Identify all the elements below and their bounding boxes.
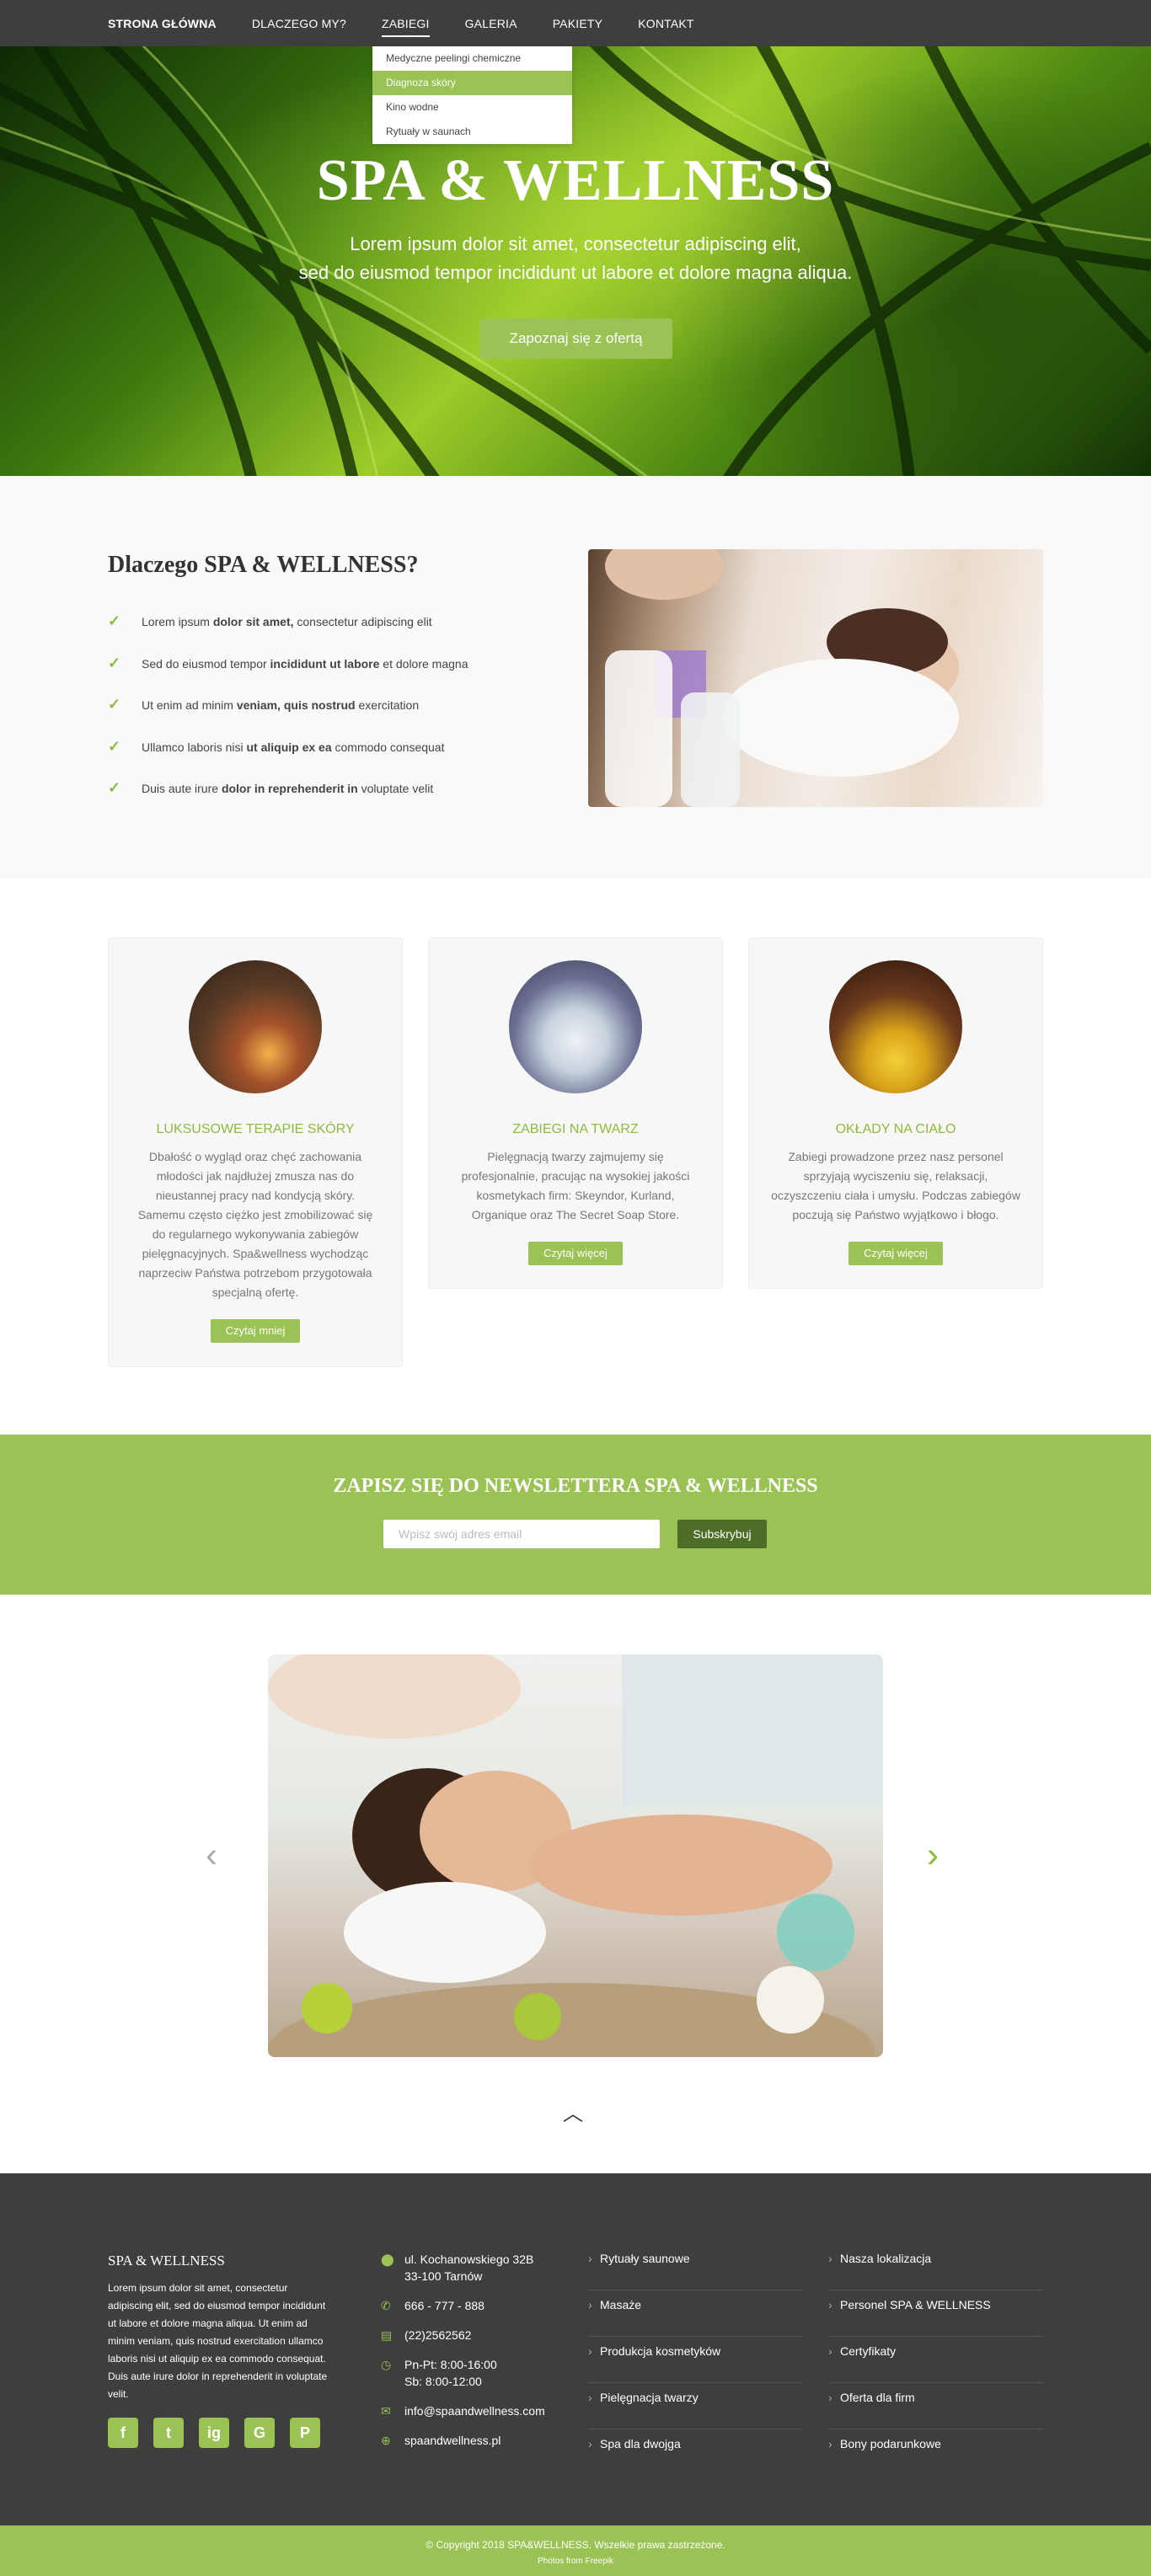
phone-icon: ✆ bbox=[381, 2299, 391, 2312]
dropdown-item[interactable]: Rytuały w saunach bbox=[372, 120, 572, 144]
check-icon: ✓ bbox=[108, 696, 121, 713]
skin-therapy-image bbox=[189, 960, 322, 1093]
service-title: ZABIEGI NA TWARZ bbox=[512, 1122, 639, 1136]
nav-item-gallery[interactable]: GALERIA bbox=[465, 17, 517, 30]
clock-icon: ◷ bbox=[381, 2358, 392, 2371]
check-icon: ✓ bbox=[108, 737, 121, 755]
nav-item-why-us[interactable]: DLACZEGO MY? bbox=[252, 17, 346, 30]
palm-leaves-image bbox=[0, 46, 1151, 476]
footer-contact: ⬤ ul. Kochanowskiego 32B 33-100 Tarnów ✆ 66… bbox=[381, 2251, 545, 2461]
nav-item-packages[interactable]: PAKIETY bbox=[553, 17, 603, 30]
read-more-button[interactable]: Czytaj więcej bbox=[528, 1242, 623, 1265]
copyright-text: © Copyright 2018 SPA&WELLNESS. Wszelkie … bbox=[426, 2539, 725, 2551]
dropdown-item-selected[interactable]: Diagnoza skóry bbox=[372, 71, 572, 95]
service-description: Zabiegi prowadzone przez nasz personel s… bbox=[771, 1150, 1020, 1221]
footer-brand: SPA & WELLNESS bbox=[108, 2253, 225, 2269]
map-pin-icon: ⬤ bbox=[381, 2253, 394, 2266]
hero-subtitle-line1: Lorem ipsum dolor sit amet, consectetur … bbox=[350, 233, 801, 254]
check-icon: ✓ bbox=[108, 779, 121, 796]
footer-links-services: Rytuały saunowe Masaże Produkcja kosmety… bbox=[588, 2244, 803, 2476]
why-us-title: Dlaczego SPA & WELLNESS? bbox=[108, 552, 419, 578]
slider-prev-arrow[interactable]: ‹ bbox=[206, 1835, 217, 1875]
read-more-button[interactable]: Czytaj więcej bbox=[849, 1242, 943, 1265]
nav-menu: STRONA GŁÓWNA DLACZEGO MY? ZABIEGI GALER… bbox=[108, 0, 730, 46]
fax-number: (22)2562562 bbox=[404, 2328, 472, 2342]
gallery-slide-image bbox=[268, 1654, 883, 2057]
why-us-item: ✓ Lorem ipsum dolor sit amet, consectetur… bbox=[108, 612, 432, 629]
address-line1: ul. Kochanowskiego 32B bbox=[404, 2253, 534, 2266]
offer-button[interactable]: Zapoznaj się z ofertą bbox=[479, 318, 672, 359]
hours-weekdays: Pn-Pt: 8:00-16:00 bbox=[404, 2358, 497, 2371]
footer-link[interactable]: Certyfikaty bbox=[828, 2337, 1043, 2383]
why-us-item: ✓ Sed do eiusmod tempor incididunt ut lab… bbox=[108, 654, 468, 671]
pinterest-icon[interactable]: P bbox=[290, 2418, 320, 2448]
service-card-skin: LUKSUSOWE TERAPIE SKÓRY Dbałość o wygląd… bbox=[108, 938, 403, 1367]
subscribe-button[interactable]: Subskrybuj bbox=[677, 1520, 767, 1548]
footer-links-info: Nasza lokalizacja Personel SPA & WELLNES… bbox=[828, 2244, 1043, 2476]
globe-icon: ⊕ bbox=[381, 2434, 391, 2447]
footer-link[interactable]: Spa dla dwojga bbox=[588, 2429, 803, 2476]
footer: SPA & WELLNESS Lorem ipsum dolor sit ame… bbox=[0, 2173, 1151, 2525]
read-less-button[interactable]: Czytaj mniej bbox=[210, 1319, 301, 1343]
service-title: LUKSUSOWE TERAPIE SKÓRY bbox=[156, 1122, 355, 1136]
hours-saturday: Sb: 8:00-12:00 bbox=[404, 2375, 482, 2388]
face-cream-image bbox=[509, 960, 642, 1093]
hero-banner: SPA & WELLNESS Lorem ipsum dolor sit ame… bbox=[0, 46, 1151, 476]
newsletter-section: ZAPISZ SIĘ DO NEWSLETTERA SPA & WELLNESS… bbox=[0, 1435, 1151, 1595]
scroll-top-icon[interactable]: ︿ bbox=[563, 2104, 583, 2124]
website-link[interactable]: spaandwellness.pl bbox=[404, 2432, 501, 2449]
dropdown-item[interactable]: Kino wodne bbox=[372, 95, 572, 120]
service-title: OKŁADY NA CIAŁO bbox=[835, 1122, 956, 1136]
service-description: Pielęgnacją twarzy zajmujemy się profesj… bbox=[461, 1150, 690, 1221]
email-link[interactable]: info@spaandwellness.com bbox=[404, 2402, 545, 2419]
footer-link[interactable]: Oferta dla firm bbox=[828, 2383, 1043, 2429]
facial-massage-image bbox=[588, 549, 1043, 807]
why-us-item: ✓ Ullamco laboris nisi ut aliquip ex ea c… bbox=[108, 737, 445, 755]
facebook-icon[interactable]: f bbox=[108, 2418, 138, 2448]
phone-number: 666 - 777 - 888 bbox=[404, 2299, 484, 2312]
nav-item-treatments[interactable]: ZABIEGI bbox=[381, 17, 430, 37]
service-description: Dbałość o wygląd oraz chęć zachowania mł… bbox=[137, 1150, 373, 1299]
service-card-body: OKŁADY NA CIAŁO Zabiegi prowadzone przez… bbox=[748, 938, 1043, 1289]
fax-icon: ▤ bbox=[381, 2328, 393, 2342]
top-navigation: STRONA GŁÓWNA DLACZEGO MY? ZABIEGI GALER… bbox=[0, 0, 1151, 46]
services-cards: LUKSUSOWE TERAPIE SKÓRY Dbałość o wygląd… bbox=[108, 938, 1043, 1367]
nav-item-contact[interactable]: KONTAKT bbox=[638, 17, 693, 30]
footer-link[interactable]: Masaże bbox=[588, 2290, 803, 2337]
footer-link[interactable]: Bony podarunkowe bbox=[828, 2429, 1043, 2476]
google-plus-icon[interactable]: G bbox=[244, 2418, 275, 2448]
candles-flowers-image bbox=[829, 960, 962, 1093]
twitter-icon[interactable]: t bbox=[153, 2418, 184, 2448]
footer-link[interactable]: Personel SPA & WELLNESS bbox=[828, 2290, 1043, 2337]
slider-next-arrow[interactable]: › bbox=[927, 1835, 939, 1875]
footer-link[interactable]: Nasza lokalizacja bbox=[828, 2244, 1043, 2290]
check-icon: ✓ bbox=[108, 654, 121, 671]
hero-title: SPA & WELLNESS bbox=[316, 148, 835, 213]
address-line2: 33-100 Tarnów bbox=[404, 2269, 483, 2283]
footer-link[interactable]: Rytuały saunowe bbox=[588, 2244, 803, 2290]
why-us-item: ✓ Ut enim ad minim veniam, quis nostrud e… bbox=[108, 696, 420, 713]
treatments-dropdown: Medyczne peelingi chemiczne Diagnoza skó… bbox=[372, 46, 572, 144]
copyright-bar: © Copyright 2018 SPA&WELLNESS. Wszelkie … bbox=[0, 2525, 1151, 2576]
why-us-section: Dlaczego SPA & WELLNESS? ✓ Lorem ipsum do… bbox=[0, 476, 1151, 879]
dropdown-item[interactable]: Medyczne peelingi chemiczne bbox=[372, 46, 572, 71]
photo-credit: Photos from Freepik bbox=[537, 2557, 614, 2566]
nav-item-home[interactable]: STRONA GŁÓWNA bbox=[108, 17, 217, 30]
footer-link[interactable]: Pielęgnacja twarzy bbox=[588, 2383, 803, 2429]
hero-subtitle-line2: sed do eiusmod tempor incididunt ut labo… bbox=[298, 262, 853, 283]
service-card-face: ZABIEGI NA TWARZ Pielęgnacją twarzy zajm… bbox=[428, 938, 723, 1289]
instagram-icon[interactable]: ig bbox=[199, 2418, 229, 2448]
email-input[interactable]: Wpisz swój adres email bbox=[383, 1520, 660, 1548]
footer-link[interactable]: Produkcja kosmetyków bbox=[588, 2337, 803, 2383]
social-links: f t ig G P bbox=[108, 2418, 335, 2448]
why-us-list: ✓ Lorem ipsum dolor sit amet, consectetur… bbox=[108, 612, 468, 824]
footer-about: Lorem ipsum dolor sit amet, consectetur … bbox=[108, 2282, 328, 2400]
mail-icon: ✉ bbox=[381, 2404, 391, 2418]
newsletter-title: ZAPISZ SIĘ DO NEWSLETTERA SPA & WELLNESS bbox=[333, 1475, 818, 1497]
why-us-item: ✓ Duis aute irure dolor in reprehenderit … bbox=[108, 779, 434, 796]
check-icon: ✓ bbox=[108, 612, 121, 629]
